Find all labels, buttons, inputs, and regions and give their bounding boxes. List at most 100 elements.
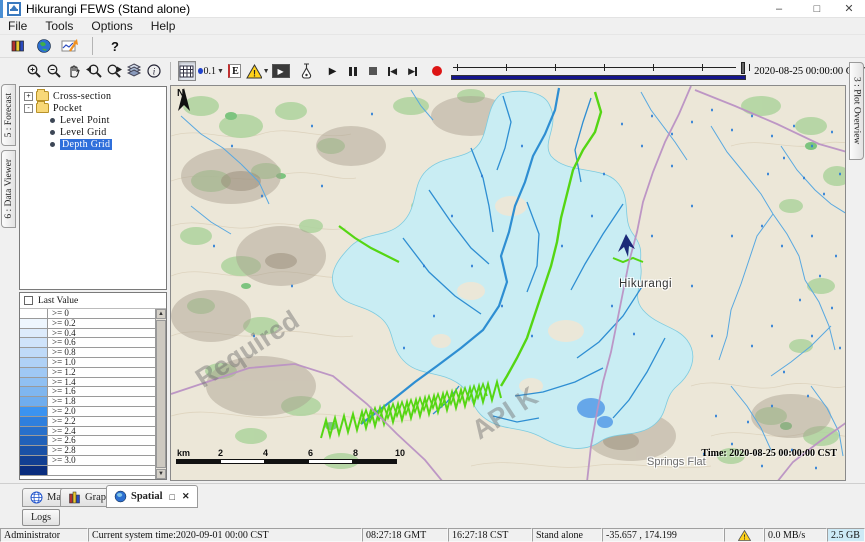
status-mode: Stand alone [532,528,602,542]
timeseries-chart-button[interactable] [61,36,79,56]
legend-row: >= 0.2 [20,319,155,329]
status-memory[interactable]: 2.5 GB [827,528,865,542]
tree-item-label-selected: Depth Grid [60,139,112,150]
slider-track[interactable] [453,67,737,68]
zoom-next-icon [106,63,123,79]
play-button[interactable]: ▶ [324,61,342,81]
logs-button-label: Logs [31,512,51,523]
legend-swatch [20,319,48,328]
warnings-dropdown[interactable]: ! ▼ [246,61,270,81]
zoom-next-button[interactable] [105,61,123,81]
zoom-previous-button[interactable] [85,61,103,81]
record-button[interactable] [428,61,446,81]
legend-row: >= 0.6 [20,338,155,348]
tab-data-viewer[interactable]: 6 : Data Viewer [1,150,16,228]
tab-spatial-label: Spatial [131,491,163,502]
scroll-up-icon[interactable]: ▲ [156,309,166,319]
pan-button[interactable] [65,61,83,81]
tree-item-cross-section[interactable]: + Cross-section [24,90,166,102]
timeline-span-bar [451,75,747,80]
status-user: Administrator [0,528,88,542]
labels-button[interactable]: E [226,61,244,81]
maximize-button[interactable]: □ [804,1,830,17]
bottom-tab-bar: Map Graph Spatial □ ✕ [0,483,865,508]
menu-help[interactable]: Help [151,19,176,33]
tree-item-depth-grid[interactable]: Depth Grid [46,138,166,150]
status-warning[interactable]: ! [724,528,764,542]
info-icon: i [146,63,162,79]
map-view[interactable]: N km 2 4 6 8 10 Required API K Hikurangi… [170,85,846,481]
legend-swatch [20,338,48,347]
zoom-out-button[interactable] [45,61,63,81]
step-forward-button[interactable]: ▶ [404,61,422,81]
chart-arrow-icon [61,38,79,54]
tree-item-pocket[interactable]: - Pocket [24,102,166,114]
legend-scrollbar[interactable]: ▲ ▼ [155,309,166,479]
legend-swatch [20,456,48,465]
tree-item-label: Pocket [53,103,82,114]
legend-row: >= 0.8 [20,348,155,358]
warning-icon: ! [246,64,262,79]
legend-panel: Last Value >= 0 >= 0.2 >= 0.4 >= 0.6 >= … [19,292,167,480]
info-button[interactable]: i [145,61,163,81]
grid-icon [179,65,194,78]
scale-unit: km [177,448,190,458]
legend-row: >= 2.8 [20,446,155,456]
scroll-thumb[interactable] [156,320,166,468]
map-toolbar: i 0.1 ▼ E ! ▼ ▶ [0,58,865,84]
legend-swatch [20,436,48,445]
menu-options[interactable]: Options [91,19,132,33]
layers-button[interactable] [125,61,143,81]
expand-icon[interactable]: + [24,92,33,101]
profile-tool-button[interactable] [298,61,316,81]
legend-swatch [20,368,48,377]
time-slider[interactable] [451,60,747,82]
tab-restore-icon[interactable]: □ [170,492,175,502]
animation-display-button[interactable]: ▶ [272,61,290,81]
step-back-button[interactable]: ◀ [384,61,402,81]
tab-close-icon[interactable]: ✕ [182,491,190,502]
pause-button[interactable] [344,61,362,81]
last-value-checkbox[interactable] [24,296,33,305]
help-button[interactable]: ? [106,36,124,56]
interval-dropdown[interactable]: 0.1 ▼ [198,61,224,81]
folder-icon [36,103,49,113]
menu-file[interactable]: File [8,19,27,33]
status-coordinates: -35.657 , 174.199 [602,528,724,542]
interval-value: 0.1 [204,66,217,77]
tree-item-level-point[interactable]: Level Point [46,114,166,126]
fews-window: Hikurangi FEWS (Stand alone) – □ ✕ File … [0,0,865,542]
bar-chart-icon [68,491,81,504]
svg-text:!: ! [743,533,745,541]
spatial-display-button[interactable] [35,36,53,56]
logs-button[interactable]: Logs [22,509,60,526]
close-button[interactable]: ✕ [836,1,862,17]
legend-swatch [20,387,48,396]
legend-swatch [20,466,48,475]
scroll-down-icon[interactable]: ▼ [156,469,166,479]
tab-plot-overview[interactable]: 3 : Plot Overview [849,62,864,160]
zoom-in-button[interactable] [25,61,43,81]
main-toolbar: ? [0,35,865,58]
stop-button[interactable] [364,61,382,81]
tab-forecast[interactable]: 5 : Forecast [1,84,16,146]
database-display-button[interactable] [9,36,27,56]
collapse-icon[interactable]: - [24,104,33,113]
zoom-out-icon [46,63,62,79]
menu-tools[interactable]: Tools [45,19,73,33]
map-time-label: Time: 2020-08-25 00:00:00 CST [701,448,837,459]
tree-item-level-grid[interactable]: Level Grid [46,126,166,138]
step-forward-icon [415,67,417,76]
slider-thumb[interactable] [741,62,745,74]
area-label: Springs Flat [647,456,706,468]
tab-spatial[interactable]: Spatial □ ✕ [106,485,198,508]
minimize-button[interactable]: – [766,1,792,17]
status-local-time: 16:27:18 CST [448,528,532,542]
status-gmt-time: 08:27:18 GMT [362,528,448,542]
status-system-time: Current system time:2020-09-01 00:00 CST [88,528,362,542]
legend-swatch [20,397,48,406]
legend-row: >= 2.0 [20,407,155,417]
legend-row: >= 1.4 [20,378,155,388]
grid-display-button[interactable] [178,61,196,81]
north-arrow: N [177,88,184,99]
